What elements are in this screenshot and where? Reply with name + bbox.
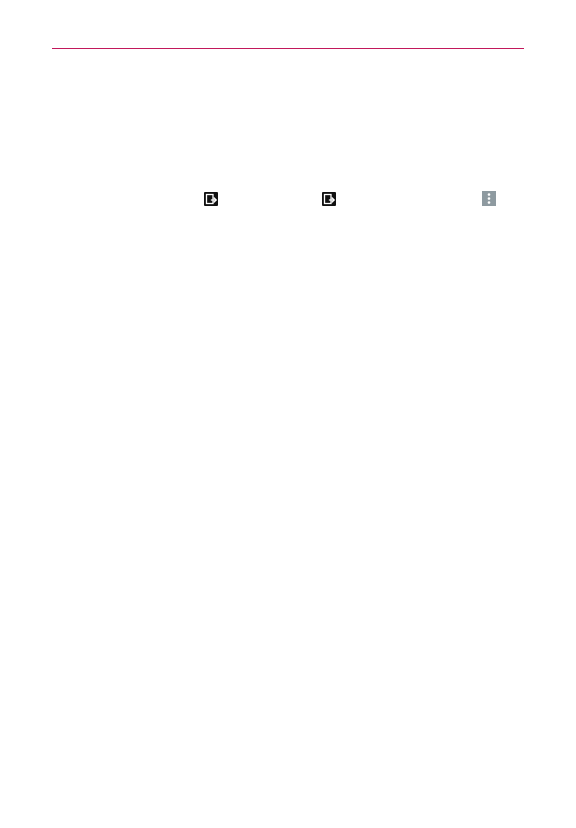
overflow-menu-icon-dot-bottom [487,201,491,204]
overflow-menu-icon [482,191,496,206]
export-icon [322,192,336,206]
export-icon [204,192,218,206]
overflow-menu-icon-dot-top [487,193,491,196]
header-rule [52,48,524,49]
overflow-menu-icon-dot-middle [487,197,491,200]
